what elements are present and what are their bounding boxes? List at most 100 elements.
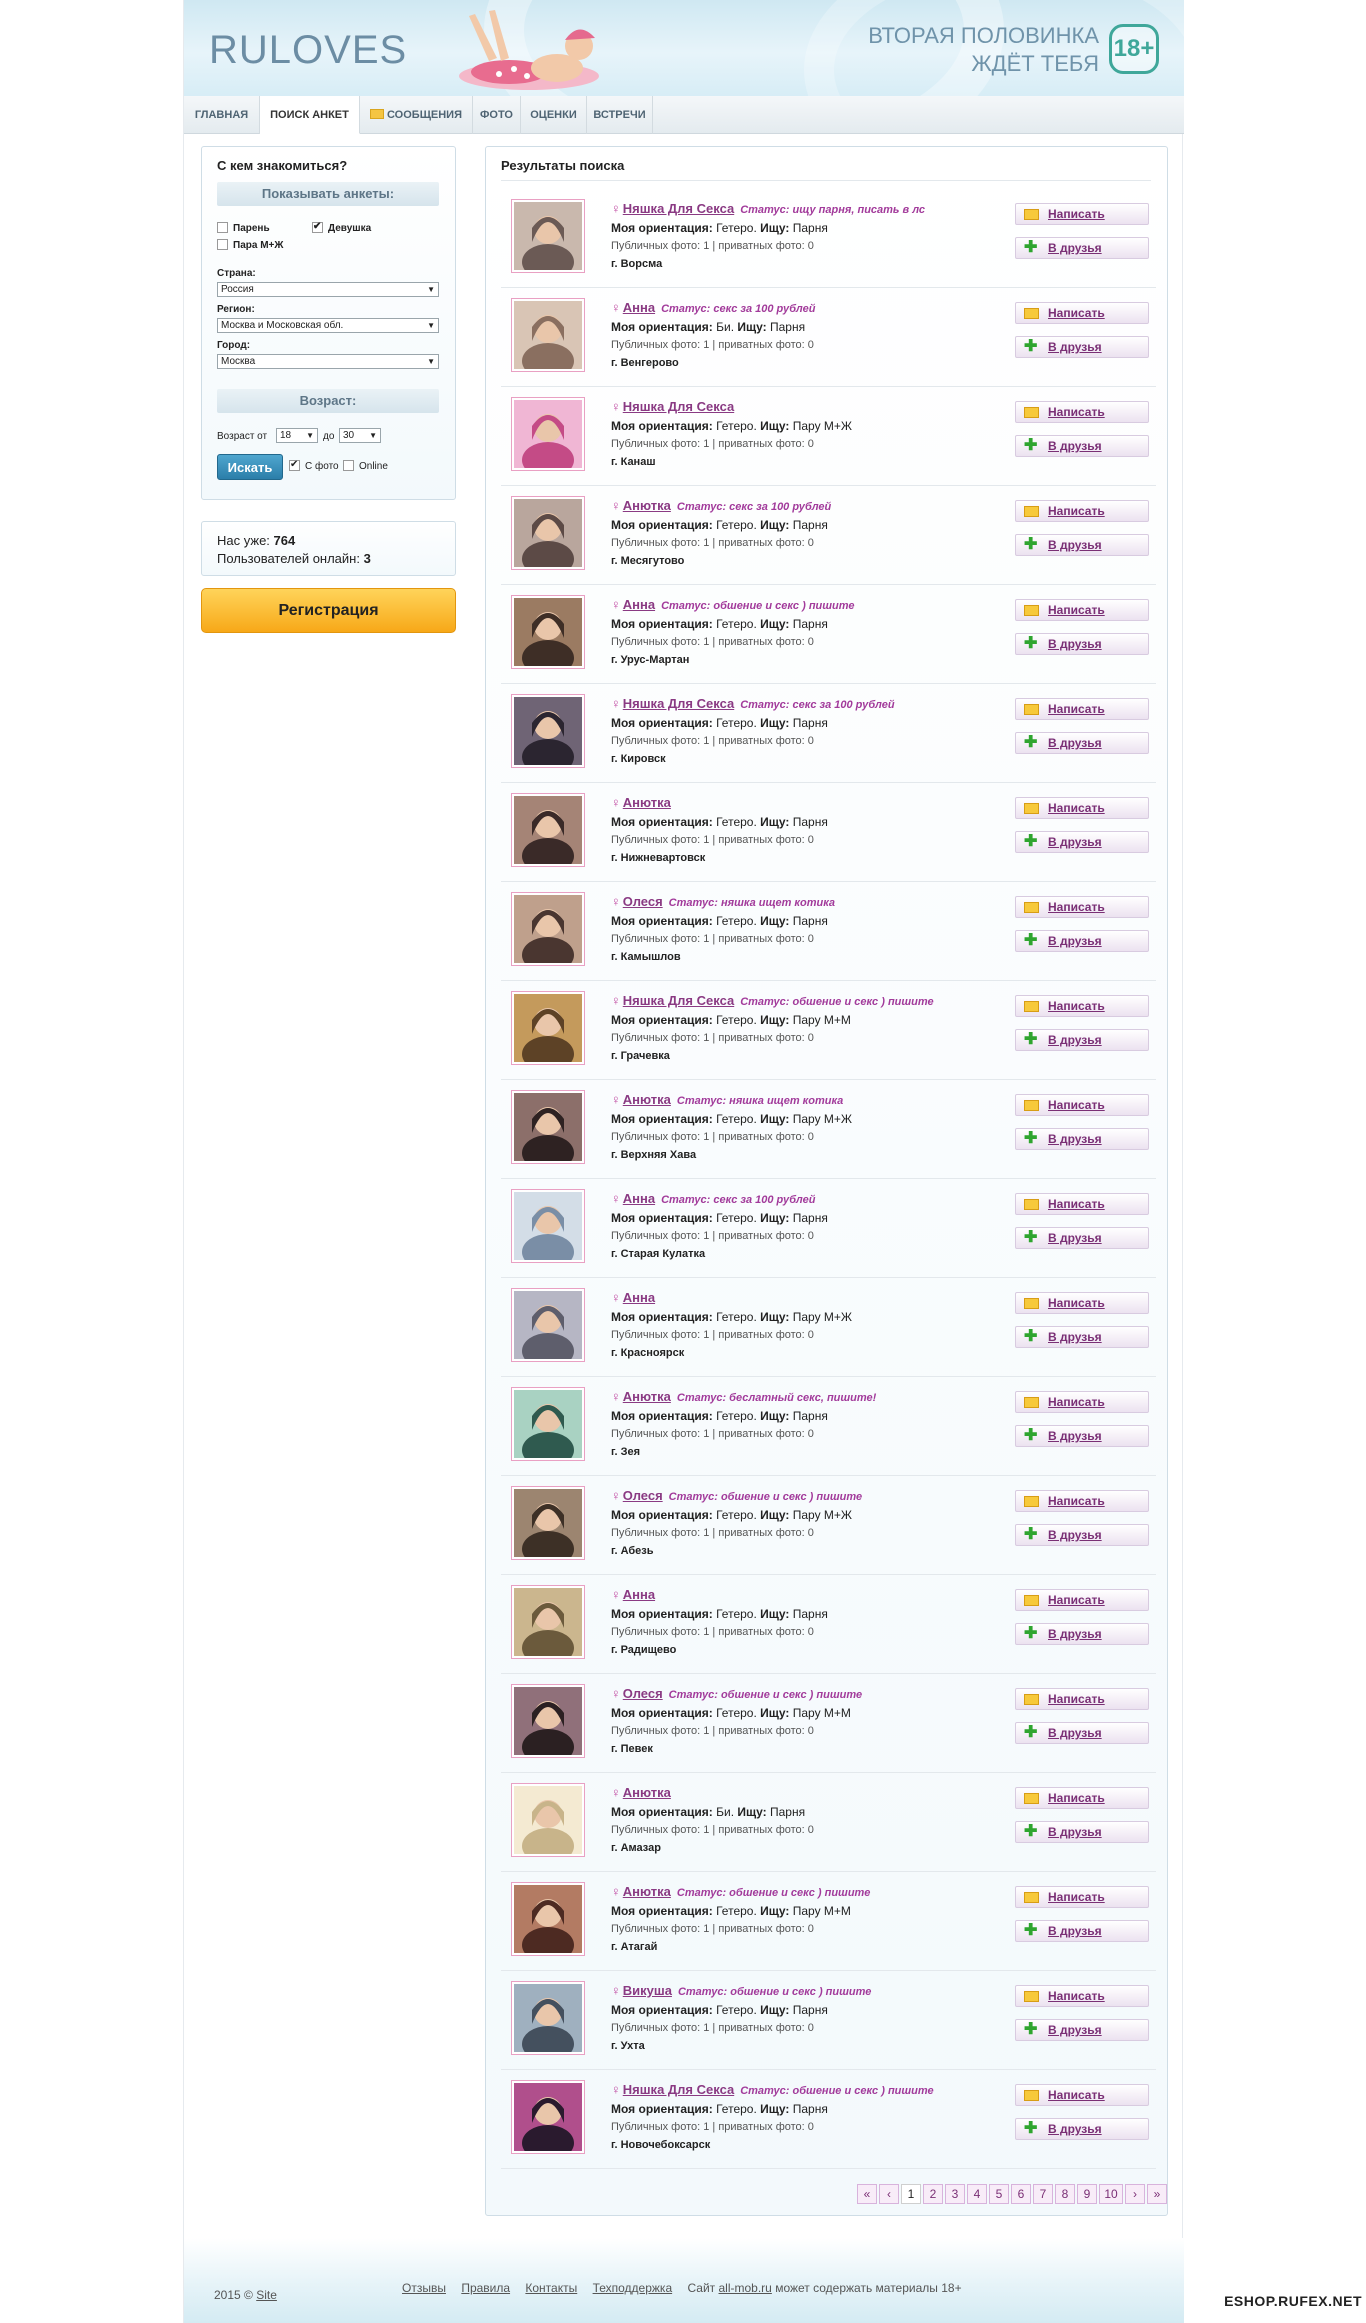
footer-link-rules[interactable]: Правила [461,2281,510,2295]
page-link-4[interactable]: 4 [967,2184,987,2204]
profile-name-link[interactable]: Анютка [623,1092,671,1107]
write-message-button[interactable]: Написать [1015,1787,1149,1809]
add-friend-button[interactable]: ✚ В друзья [1015,336,1149,358]
checkbox-couple[interactable]: Пара М+Ж [217,239,283,253]
city-select[interactable]: Москва ▼ [217,354,439,369]
profile-photo[interactable] [511,1684,585,1765]
write-message-button[interactable]: Написать [1015,896,1149,918]
add-friend-button[interactable]: ✚ В друзья [1015,1920,1149,1942]
profile-name-link[interactable]: Анютка [623,795,671,810]
page-link-10[interactable]: 10 [1099,2184,1123,2204]
write-message-button[interactable]: Написать [1015,500,1149,522]
add-friend-button[interactable]: ✚ В друзья [1015,633,1149,655]
add-friend-button[interactable]: ✚ В друзья [1015,1128,1149,1150]
add-friend-button[interactable]: ✚ В друзья [1015,2019,1149,2041]
profile-photo[interactable] [511,1387,585,1468]
write-message-button[interactable]: Написать [1015,1292,1149,1314]
profile-photo[interactable] [511,1189,585,1270]
add-friend-button[interactable]: ✚ В друзья [1015,831,1149,853]
add-friend-button[interactable]: ✚ В друзья [1015,1623,1149,1645]
profile-name-link[interactable]: Анна [623,1290,655,1305]
checkbox-guy[interactable]: Парень [217,222,270,236]
page-link-9[interactable]: 9 [1077,2184,1097,2204]
profile-name-link[interactable]: Анна [623,1587,655,1602]
write-message-button[interactable]: Написать [1015,2084,1149,2106]
profile-name-link[interactable]: Анна [623,1191,655,1206]
checkbox-girl[interactable]: Девушка [312,220,371,236]
profile-name-link[interactable]: Анютка [623,498,671,513]
write-message-button[interactable]: Написать [1015,797,1149,819]
write-message-button[interactable]: Написать [1015,1094,1149,1116]
page-link-1[interactable]: 1 [901,2184,921,2204]
footer-link-reviews[interactable]: Отзывы [402,2281,446,2295]
profile-photo[interactable] [511,1783,585,1864]
profile-name-link[interactable]: Олеся [623,894,663,909]
write-message-button[interactable]: Написать [1015,1589,1149,1611]
add-friend-button[interactable]: ✚ В друзья [1015,237,1149,259]
profile-photo[interactable] [511,1288,585,1369]
add-friend-button[interactable]: ✚ В друзья [1015,534,1149,556]
profile-name-link[interactable]: Няшка Для Секса [623,993,734,1008]
write-message-button[interactable]: Написать [1015,599,1149,621]
profile-photo[interactable] [511,694,585,775]
region-select[interactable]: Москва и Московская обл. ▼ [217,318,439,333]
profile-name-link[interactable]: Анютка [623,1884,671,1899]
profile-photo[interactable] [511,991,585,1072]
next-page-link[interactable]: › [1125,2184,1145,2204]
write-message-button[interactable]: Написать [1015,1886,1149,1908]
nav-home[interactable]: ГЛАВНАЯ [184,96,260,134]
profile-name-link[interactable]: Анна [623,597,655,612]
prev-page-link[interactable]: ‹ [879,2184,899,2204]
profile-photo[interactable] [511,793,585,874]
last-page-link[interactable]: » [1147,2184,1167,2204]
nav-search[interactable]: ПОИСК АНКЕТ [260,96,360,134]
write-message-button[interactable]: Написать [1015,698,1149,720]
checkbox-online[interactable]: Online [343,460,388,474]
write-message-button[interactable]: Написать [1015,401,1149,423]
add-friend-button[interactable]: ✚ В друзья [1015,1722,1149,1744]
nav-meetings[interactable]: ВСТРЕЧИ [587,96,653,134]
profile-photo[interactable] [511,1882,585,1963]
page-link-3[interactable]: 3 [945,2184,965,2204]
add-friend-button[interactable]: ✚ В друзья [1015,1029,1149,1051]
page-link-2[interactable]: 2 [923,2184,943,2204]
write-message-button[interactable]: Написать [1015,1985,1149,2007]
profile-photo[interactable] [511,1585,585,1666]
add-friend-button[interactable]: ✚ В друзья [1015,1326,1149,1348]
footer-link-support[interactable]: Техподдержка [593,2281,673,2295]
add-friend-button[interactable]: ✚ В друзья [1015,1425,1149,1447]
page-link-8[interactable]: 8 [1055,2184,1075,2204]
footer-link-contacts[interactable]: Контакты [525,2281,577,2295]
country-select[interactable]: Россия ▼ [217,282,439,297]
add-friend-button[interactable]: ✚ В друзья [1015,2118,1149,2140]
page-link-5[interactable]: 5 [989,2184,1009,2204]
profile-name-link[interactable]: Анютка [623,1785,671,1800]
add-friend-button[interactable]: ✚ В друзья [1015,1524,1149,1546]
search-button[interactable]: Искать [217,454,283,480]
write-message-button[interactable]: Написать [1015,203,1149,225]
profile-photo[interactable] [511,199,585,280]
add-friend-button[interactable]: ✚ В друзья [1015,1227,1149,1249]
profile-photo[interactable] [511,892,585,973]
site-link[interactable]: Site [256,2288,277,2302]
profile-photo[interactable] [511,496,585,577]
write-message-button[interactable]: Написать [1015,1490,1149,1512]
profile-photo[interactable] [511,595,585,676]
write-message-button[interactable]: Написать [1015,995,1149,1017]
age-to-select[interactable]: 30 ▼ [339,428,381,443]
write-message-button[interactable]: Написать [1015,1391,1149,1413]
nav-ratings[interactable]: ОЦЕНКИ [521,96,587,134]
add-friend-button[interactable]: ✚ В друзья [1015,435,1149,457]
profile-name-link[interactable]: Няшка Для Секса [623,2082,734,2097]
page-link-6[interactable]: 6 [1011,2184,1031,2204]
profile-photo[interactable] [511,2080,585,2161]
add-friend-button[interactable]: ✚ В друзья [1015,1821,1149,1843]
write-message-button[interactable]: Написать [1015,302,1149,324]
profile-name-link[interactable]: Анна [623,300,655,315]
profile-name-link[interactable]: Няшка Для Секса [623,696,734,711]
profile-name-link[interactable]: Анютка [623,1389,671,1404]
profile-name-link[interactable]: Няшка Для Секса [623,201,734,216]
nav-messages[interactable]: СООБЩЕНИЯ [360,96,473,134]
profile-photo[interactable] [511,1090,585,1171]
add-friend-button[interactable]: ✚ В друзья [1015,930,1149,952]
